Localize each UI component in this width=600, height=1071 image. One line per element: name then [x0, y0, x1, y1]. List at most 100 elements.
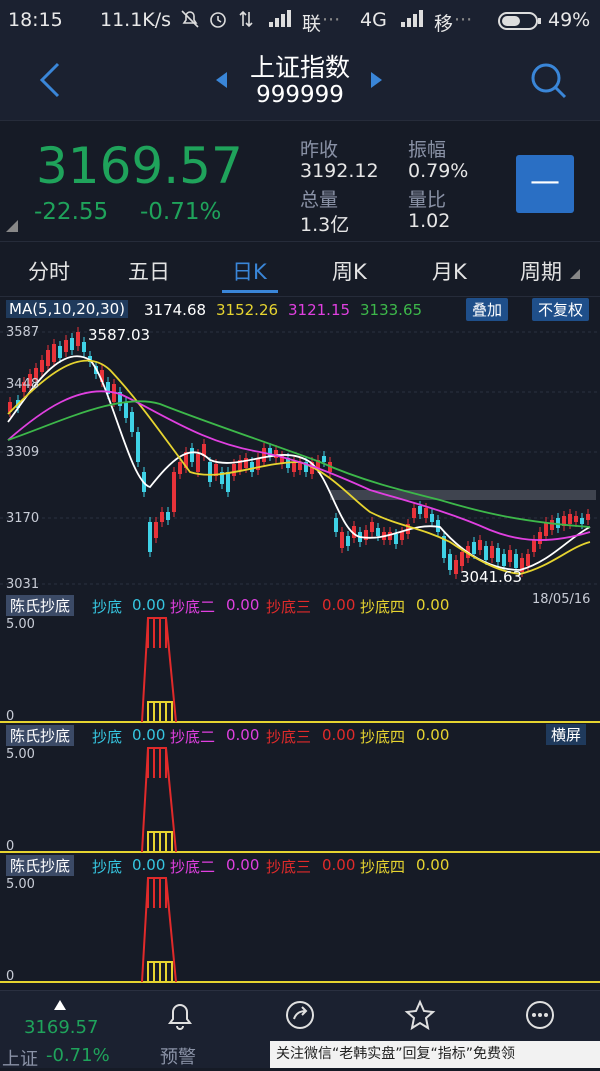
candle — [478, 540, 482, 550]
ind3-value-3: 0.00 — [322, 856, 356, 874]
amplitude-label: 振幅 — [408, 139, 447, 161]
candle — [196, 454, 200, 472]
indicator-name-3[interactable]: 陈氏抄底 — [6, 855, 75, 876]
tab-five-day[interactable]: 五日 — [128, 256, 170, 286]
nav-index-price[interactable]: 3169.57 — [24, 1017, 98, 1038]
indicator-name-2[interactable]: 陈氏抄底 — [6, 725, 75, 746]
star-icon[interactable] — [404, 999, 436, 1035]
status-speed: 11.1K/s — [100, 9, 172, 31]
candle — [376, 528, 380, 536]
prev-close-value: 3192.12 — [300, 160, 379, 182]
next-stock-icon[interactable] — [370, 72, 382, 92]
candle — [574, 516, 578, 522]
candle — [334, 518, 338, 532]
remove-watchlist-button[interactable]: — — [516, 155, 574, 213]
page-title: 上证指数 — [249, 53, 350, 82]
candle — [148, 522, 152, 552]
candle — [400, 532, 404, 540]
price-change-pct: -0.71% — [140, 199, 222, 225]
candle — [136, 432, 140, 462]
tab-period[interactable]: 周期 — [520, 256, 562, 286]
low-price-label: 3041.63 — [460, 568, 522, 586]
top-bar: 上证指数 999999 — [0, 42, 600, 120]
share-icon[interactable] — [284, 999, 316, 1035]
candle — [250, 462, 254, 472]
candle — [586, 514, 590, 520]
active-tab-indicator — [222, 290, 278, 293]
watermark-banner: 关注微信“老韩实盘”回复“指标”免费领 — [270, 1041, 600, 1068]
ma-bar: MA(5,10,20,30) 3174.68 3152.26 3121.15 3… — [0, 298, 600, 322]
nav-index-name[interactable]: 上证 — [2, 1045, 38, 1071]
ind-value-3: 0.00 — [322, 596, 356, 614]
amplitude-value: 0.79% — [408, 160, 469, 182]
carrier1: 联 — [302, 13, 322, 35]
ma-label: MA(5,10,20,30) — [6, 300, 129, 318]
status-time: 18:15 — [8, 9, 63, 31]
ma5-value: 3174.68 — [144, 301, 207, 319]
carrier2: 移 — [434, 13, 454, 35]
candle — [532, 540, 536, 552]
indicator-chart-1: 5.00 0 — [0, 617, 600, 724]
ma30-value: 3133.65 — [360, 301, 423, 319]
candle — [544, 522, 548, 536]
ratio-value: 1.02 — [408, 210, 451, 232]
candle — [496, 548, 500, 562]
landscape-button[interactable]: 横屏 — [546, 724, 587, 745]
indicator-chart-2: 5.00 0 — [0, 747, 600, 854]
adjust-button[interactable]: 不复权 — [532, 298, 590, 321]
candle — [190, 448, 194, 462]
bell-icon[interactable] — [166, 999, 194, 1035]
tab-weekly-k[interactable]: 周K — [332, 256, 367, 286]
search-icon[interactable] — [530, 62, 568, 104]
candle — [430, 514, 434, 522]
candle — [538, 532, 542, 544]
nav-index-change[interactable]: -0.71% — [46, 1045, 110, 1066]
candle — [580, 518, 584, 524]
battery-percent: 49% — [548, 9, 591, 31]
candle — [52, 344, 56, 362]
alert-label[interactable]: 预警 — [160, 1043, 196, 1069]
candle — [166, 512, 170, 520]
price-change: -22.55 — [34, 199, 109, 225]
candle — [46, 350, 50, 366]
bottom-nav: 3169.57 上证 -0.71% 预警 关注微信“老韩实盘”回复“指标”免费领 — [0, 990, 600, 1071]
ind3-value-2: 0.00 — [226, 856, 260, 874]
overlay-button[interactable]: 叠加 — [466, 298, 509, 321]
candle — [232, 464, 236, 476]
candlestick-chart[interactable]: 3587 3448 3309 3170 3031 3587.03 3041.63… — [0, 322, 600, 594]
high-price-label: 3587.03 — [88, 326, 150, 344]
signal-icon-2 — [400, 9, 426, 32]
tab-intraday[interactable]: 分时 — [28, 256, 70, 286]
candle — [550, 520, 554, 530]
quote-panel: 3169.57 -22.55 -0.71% 昨收 3192.12 总量 1.3亿… — [0, 120, 600, 242]
y-tick-3170: 3170 — [6, 511, 39, 526]
corner-triangle-icon — [6, 217, 18, 236]
tab-daily-k[interactable]: 日K — [232, 256, 267, 286]
ind2-value-1: 0.00 — [132, 726, 166, 744]
indicator-header-1: 陈氏抄底 抄底 0.00 抄底二 0.00 抄底三 0.00 抄底四 0.00 — [0, 594, 600, 616]
candle — [418, 506, 422, 514]
candle — [412, 508, 416, 518]
candle — [70, 338, 74, 350]
more-icon[interactable] — [524, 999, 556, 1035]
ind3-value-1: 0.00 — [132, 856, 166, 874]
indicator-name[interactable]: 陈氏抄底 — [6, 595, 75, 616]
indicator-header-3: 陈氏抄底 抄底 0.00 抄底二 0.00 抄底三 0.00 抄底四 0.00 — [0, 854, 600, 876]
y-tick-3587: 3587 — [6, 325, 39, 340]
period-tabs: 分时 五日 日K 周K 月K 周期 — [0, 242, 600, 297]
candle — [130, 412, 134, 432]
candle — [160, 512, 164, 522]
candle — [448, 554, 452, 570]
ma20-value: 3121.15 — [288, 301, 351, 319]
candle — [82, 342, 86, 352]
candle — [490, 546, 494, 558]
dropdown-icon — [570, 264, 580, 283]
candle — [76, 332, 80, 346]
candle — [154, 522, 158, 538]
stock-code: 999999 — [256, 82, 344, 108]
candle — [346, 536, 350, 546]
tab-monthly-k[interactable]: 月K — [432, 256, 467, 286]
candle — [58, 346, 62, 358]
ind2-value-3: 0.00 — [322, 726, 356, 744]
up-arrow-icon — [54, 995, 66, 1014]
